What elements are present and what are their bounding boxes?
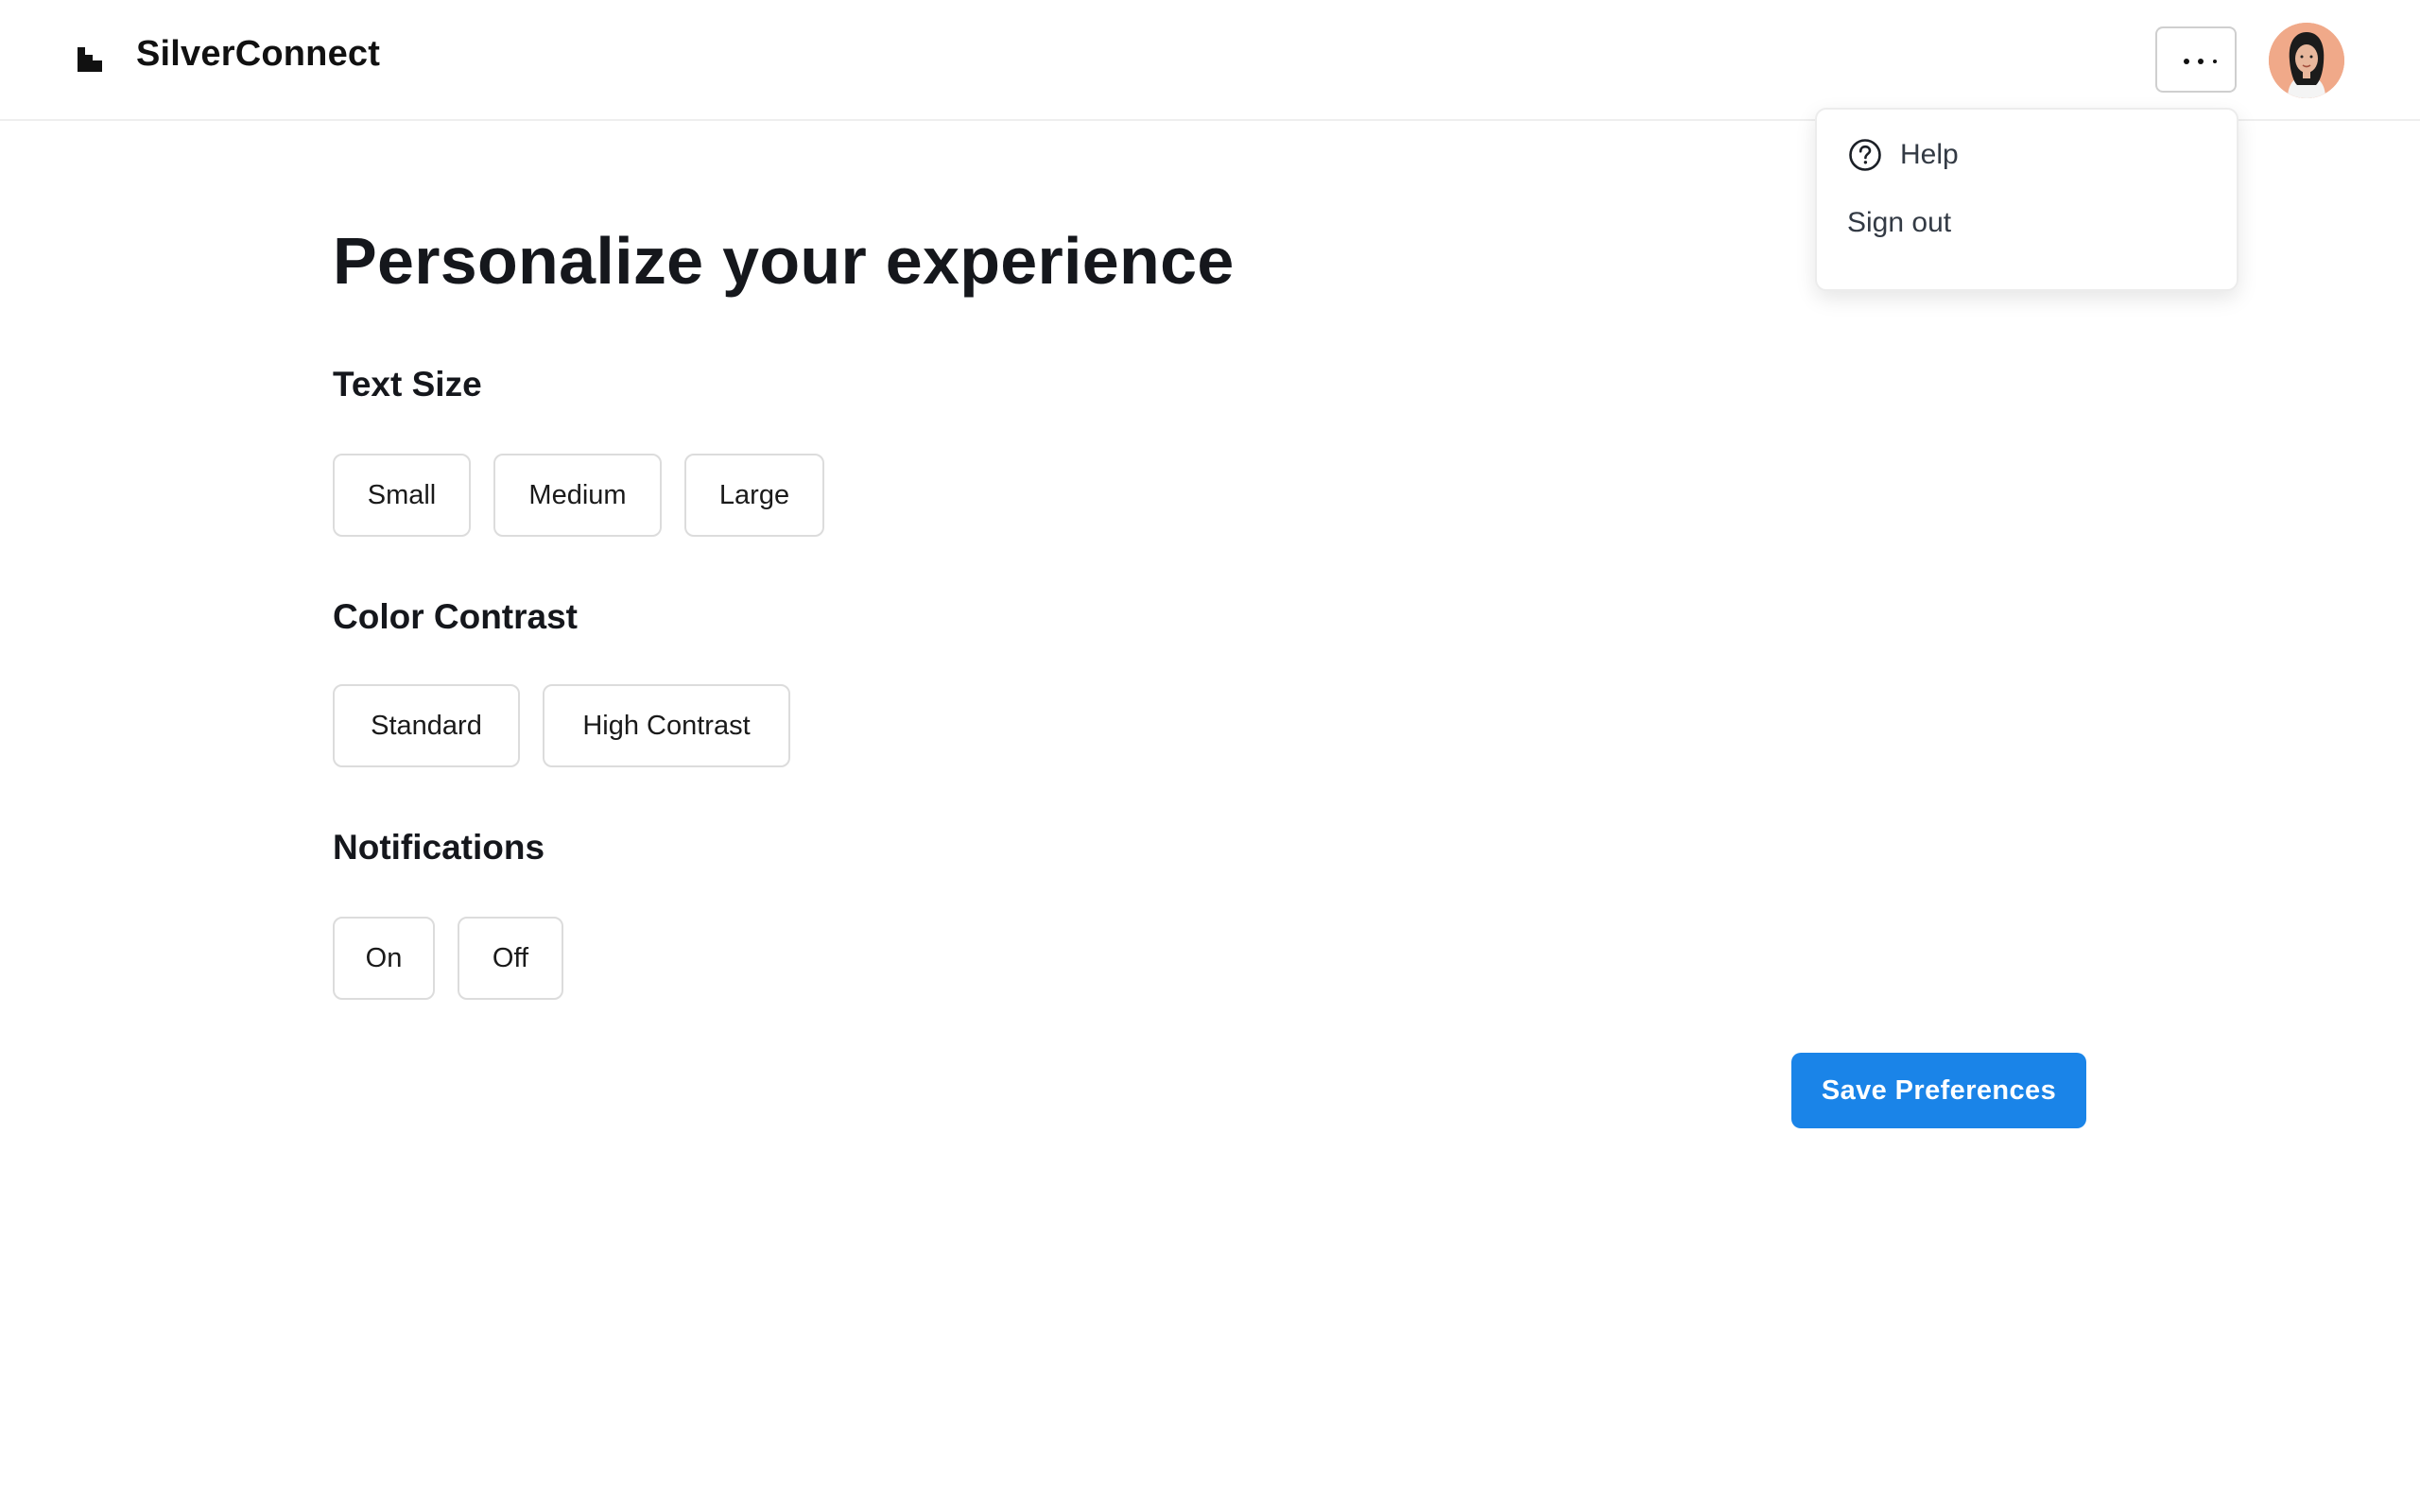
logo-icon bbox=[78, 47, 102, 72]
top-header: SilverConnect bbox=[0, 0, 2420, 121]
help-circle-icon bbox=[1849, 139, 1881, 171]
app-page: SilverConnect Help Sign out Personalize … bbox=[0, 0, 2420, 1512]
text-size-heading: Text Size bbox=[333, 365, 482, 404]
text-size-options: Small Medium Large bbox=[333, 454, 824, 537]
contrast-high-button[interactable]: High Contrast bbox=[543, 684, 790, 767]
menu-item-sign-out[interactable]: Sign out bbox=[1847, 200, 1951, 246]
notifications-options: On Off bbox=[333, 917, 563, 1000]
menu-item-help-label: Help bbox=[1900, 139, 1959, 170]
more-options-button[interactable] bbox=[2155, 26, 2237, 93]
notifications-heading: Notifications bbox=[333, 828, 545, 867]
brand-name[interactable]: SilverConnect bbox=[136, 34, 380, 75]
menu-item-sign-out-label: Sign out bbox=[1847, 207, 1952, 238]
user-avatar[interactable] bbox=[2269, 23, 2344, 98]
menu-item-help[interactable]: Help bbox=[1847, 132, 1959, 178]
account-dropdown-menu: Help Sign out bbox=[1815, 108, 2238, 291]
color-contrast-options: Standard High Contrast bbox=[333, 684, 790, 767]
notifications-off-button[interactable]: Off bbox=[458, 917, 563, 1000]
text-size-small-button[interactable]: Small bbox=[333, 454, 471, 537]
notifications-on-button[interactable]: On bbox=[333, 917, 435, 1000]
color-contrast-heading: Color Contrast bbox=[333, 597, 578, 636]
avatar-portrait-icon bbox=[2269, 23, 2344, 98]
more-horizontal-icon bbox=[2184, 59, 2217, 64]
text-size-large-button[interactable]: Large bbox=[684, 454, 824, 537]
save-preferences-button[interactable]: Save Preferences bbox=[1791, 1053, 2086, 1128]
text-size-medium-button[interactable]: Medium bbox=[493, 454, 662, 537]
contrast-standard-button[interactable]: Standard bbox=[333, 684, 520, 767]
page-title: Personalize your experience bbox=[333, 224, 1235, 298]
